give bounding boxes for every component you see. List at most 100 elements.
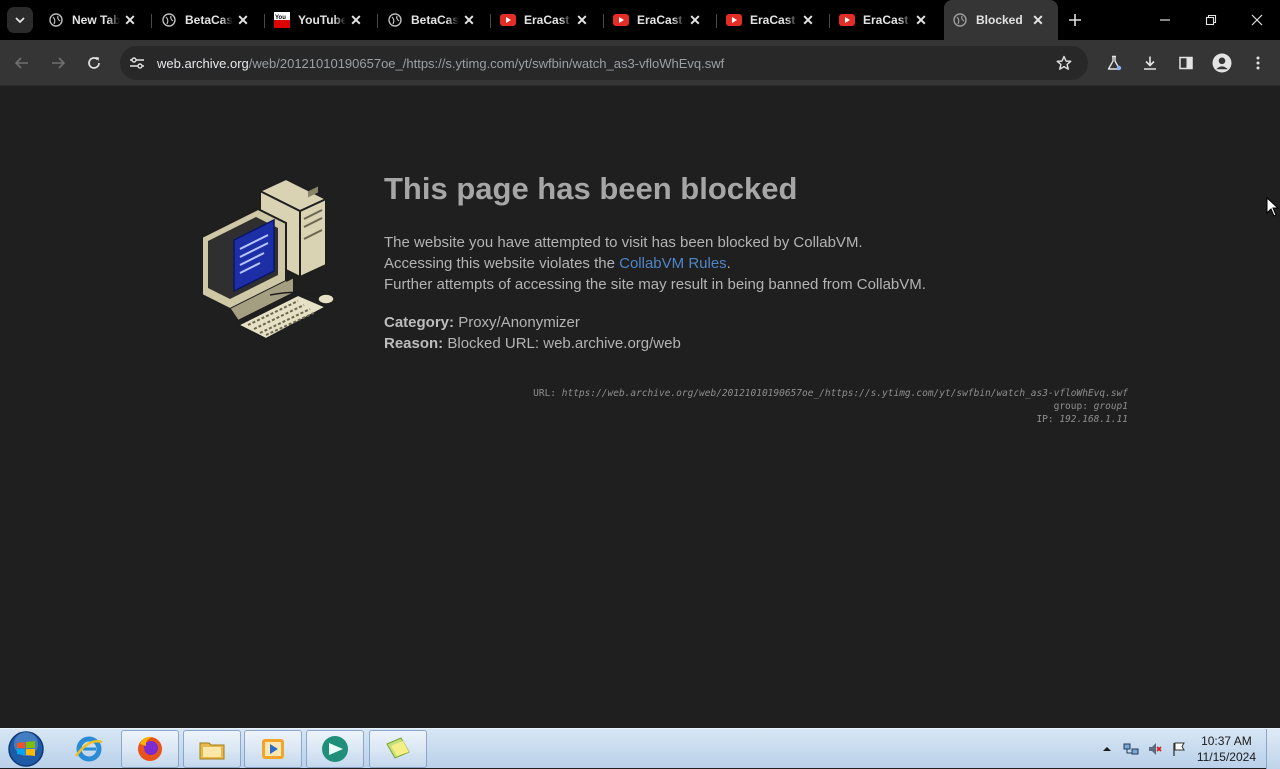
side-panel-icon — [1179, 56, 1193, 70]
plus-icon — [1069, 14, 1081, 26]
reload-button[interactable] — [80, 49, 108, 77]
tab-separator — [151, 14, 152, 28]
media-player-icon — [262, 739, 284, 759]
tab-title: Blocked — [976, 13, 1023, 27]
category-row: Category: Proxy/Anonymizer — [384, 312, 681, 333]
close-icon[interactable]: ✕ — [911, 10, 931, 30]
labs-button[interactable] — [1100, 49, 1128, 77]
tab-new-tab[interactable]: New Tab ✕ — [40, 4, 152, 36]
close-icon[interactable]: ✕ — [459, 10, 479, 30]
restore-button[interactable] — [1188, 0, 1234, 40]
block-message: The website you have attempted to visit … — [384, 232, 926, 295]
details-ip-value: 192.168.1.11 — [1059, 414, 1128, 425]
collabvm-app-icon — [322, 736, 348, 762]
taskbar-firefox[interactable] — [121, 730, 179, 768]
show-desktop-button[interactable] — [1266, 729, 1280, 769]
details-ip: IP: 192.168.1.11 — [533, 413, 1128, 426]
taskbar-collabvm-app[interactable] — [306, 730, 364, 768]
collabvm-rules-link[interactable]: CollabVM Rules — [619, 255, 727, 272]
tab-betacast-2[interactable]: BetaCast ✕ — [379, 4, 491, 36]
tab-title: BetaCast — [185, 13, 233, 27]
clock-time: 10:37 AM — [1201, 734, 1252, 748]
action-center-flag-icon[interactable] — [1169, 739, 1189, 759]
menu-button[interactable] — [1244, 49, 1272, 77]
avatar-icon — [1212, 53, 1232, 73]
volume-muted-icon[interactable] — [1145, 739, 1165, 759]
tab-betacast[interactable]: BetaCast ✕ — [153, 4, 265, 36]
tab-blocked[interactable]: Blocked ✕ — [944, 0, 1058, 40]
tab-search-button[interactable] — [7, 7, 33, 33]
taskbar-media-player[interactable] — [244, 730, 302, 768]
minimize-button[interactable] — [1142, 0, 1188, 40]
globe-icon — [48, 12, 64, 28]
forward-button[interactable] — [44, 49, 72, 77]
tab-title: EraCast — [524, 13, 570, 27]
mouse-cursor-icon — [1266, 197, 1280, 217]
details-url: URL: https://web.archive.org/web/2012101… — [533, 387, 1128, 400]
network-icon[interactable] — [1121, 739, 1141, 759]
sticky-notes-icon — [386, 737, 410, 759]
downloads-button[interactable] — [1136, 49, 1164, 77]
clock-date: 11/15/2024 — [1196, 750, 1256, 764]
taskbar-file-explorer[interactable] — [183, 730, 241, 768]
internet-explorer-icon — [74, 736, 103, 762]
new-tab-button[interactable] — [1063, 8, 1087, 32]
close-icon[interactable]: ✕ — [1028, 10, 1048, 30]
block-details: URL: https://web.archive.org/web/2012101… — [533, 387, 1128, 426]
taskbar-internet-explorer[interactable] — [60, 730, 118, 768]
close-icon[interactable]: ✕ — [233, 10, 253, 30]
tab-separator — [829, 14, 830, 28]
restore-icon — [1205, 14, 1217, 26]
back-button[interactable] — [8, 49, 36, 77]
tab-title: EraCast — [637, 13, 683, 27]
tab-eracast-2[interactable]: EraCast ✕ — [605, 4, 717, 36]
close-icon[interactable]: ✕ — [685, 10, 705, 30]
tab-strip: New Tab ✕ BetaCast ✕ You YouTube ✕ BetaC… — [0, 0, 1280, 40]
flask-icon — [1107, 55, 1122, 71]
details-group-value: group1 — [1093, 401, 1128, 412]
details-group-label: group: — [1053, 401, 1088, 412]
youtube-play-icon — [613, 12, 629, 28]
site-info-icon[interactable] — [124, 50, 150, 76]
address-bar[interactable]: web.archive.org/web/20121010190657oe_/ht… — [120, 46, 1088, 80]
details-url-value: https://web.archive.org/web/201210101906… — [561, 388, 1128, 399]
profile-button[interactable] — [1208, 49, 1236, 77]
tab-eracast-1[interactable]: EraCast ✕ — [492, 4, 604, 36]
details-ip-label: IP: — [1036, 414, 1054, 425]
url-host: web.archive.org — [157, 55, 249, 71]
system-clock[interactable]: 10:37 AM 11/15/2024 — [1197, 733, 1256, 765]
category-value: Proxy/Anonymizer — [458, 314, 580, 331]
close-icon[interactable]: ✕ — [572, 10, 592, 30]
close-icon[interactable]: ✕ — [346, 10, 366, 30]
tab-eracast-4[interactable]: EraCast ✕ — [831, 4, 943, 36]
minimize-icon — [1160, 19, 1170, 21]
message-line-3: Further attempts of accessing the site m… — [384, 276, 926, 293]
tab-title: BetaCast — [411, 13, 459, 27]
tab-youtube[interactable]: You YouTube ✕ — [266, 4, 378, 36]
side-panel-button[interactable] — [1172, 49, 1200, 77]
url-path: /web/20121010190657oe_/https://s.ytimg.c… — [248, 55, 725, 71]
tab-title: EraCast — [750, 13, 796, 27]
globe-icon — [387, 12, 403, 28]
blocked-page: This page has been blocked The website y… — [0, 87, 1280, 728]
close-icon[interactable]: ✕ — [798, 10, 818, 30]
folder-icon — [199, 742, 225, 760]
tab-eracast-3[interactable]: EraCast ✕ — [718, 4, 830, 36]
bookmark-star-icon[interactable] — [1052, 51, 1076, 75]
close-window-button[interactable] — [1234, 0, 1280, 40]
message-line-2: Accessing this website violates the Coll… — [384, 253, 926, 274]
tab-separator — [490, 14, 491, 28]
windows-taskbar: 10:37 AM 11/15/2024 — [0, 728, 1280, 769]
message-line-1: The website you have attempted to visit … — [384, 234, 863, 251]
close-icon[interactable]: ✕ — [120, 10, 140, 30]
start-button[interactable] — [6, 730, 46, 768]
browser-toolbar: web.archive.org/web/20121010190657oe_/ht… — [0, 40, 1280, 86]
youtube-play-icon — [839, 12, 855, 28]
url-text[interactable]: web.archive.org/web/20121010190657oe_/ht… — [157, 56, 724, 71]
taskbar-sticky-notes[interactable] — [369, 730, 427, 768]
close-icon — [1251, 14, 1263, 26]
tray-overflow-button[interactable] — [1097, 739, 1117, 759]
globe-icon — [161, 12, 177, 28]
youtube-logo-icon: You — [274, 12, 290, 28]
system-tray: 10:37 AM 11/15/2024 — [1095, 729, 1256, 769]
